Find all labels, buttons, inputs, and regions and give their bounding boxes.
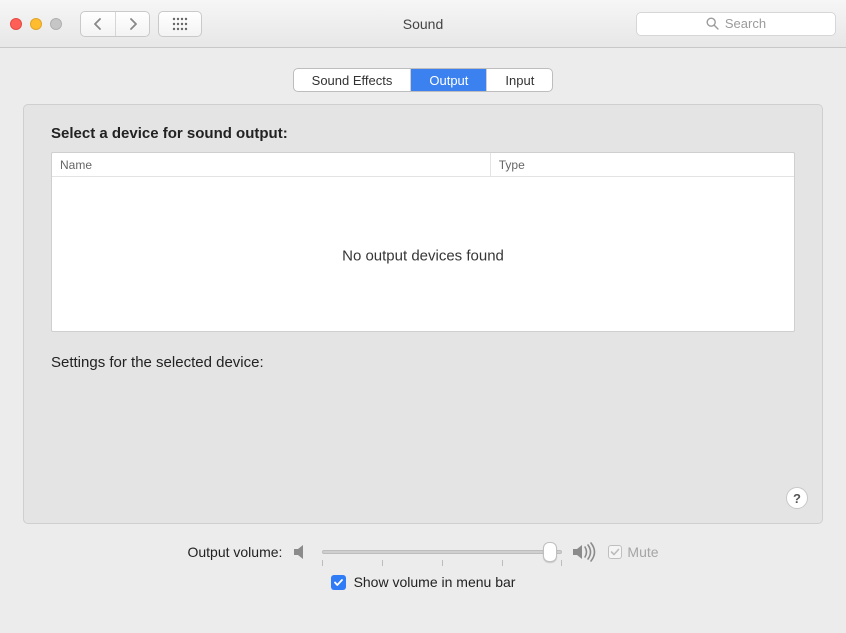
speaker-high-icon: [572, 542, 598, 562]
output-panel: Select a device for sound output: Name T…: [23, 104, 823, 524]
speaker-low-icon: [292, 543, 312, 561]
device-table-header: Name Type: [52, 153, 794, 177]
checkbox-box: [608, 545, 622, 559]
search-wrap: Search: [636, 12, 836, 36]
window-controls: [10, 18, 62, 30]
titlebar: Sound Search: [0, 0, 846, 48]
search-placeholder: Search: [725, 16, 766, 31]
show-volume-menubar-label: Show volume in menu bar: [354, 574, 516, 590]
output-volume-slider[interactable]: [322, 542, 562, 562]
slider-knob[interactable]: [543, 542, 557, 562]
tabs: Sound Effects Output Input: [293, 68, 554, 92]
device-table-empty: No output devices found: [52, 248, 794, 265]
column-name[interactable]: Name: [52, 158, 490, 172]
tab-sound-effects[interactable]: Sound Effects: [294, 69, 412, 91]
help-icon: ?: [793, 491, 801, 506]
tab-output[interactable]: Output: [411, 69, 487, 91]
checkbox-checked-icon: [331, 575, 346, 590]
zoom-window-button[interactable]: [50, 18, 62, 30]
show-all-prefs-button[interactable]: [158, 11, 202, 37]
nav-forward-button[interactable]: [115, 12, 149, 36]
device-table[interactable]: Name Type No output devices found: [51, 152, 795, 332]
output-volume-label: Output volume:: [187, 544, 282, 560]
bottom-controls: Output volume:: [23, 542, 823, 590]
mute-label: Mute: [627, 544, 658, 560]
search-icon: [706, 17, 719, 30]
column-type[interactable]: Type: [490, 153, 794, 176]
minimize-window-button[interactable]: [30, 18, 42, 30]
show-volume-menubar-checkbox[interactable]: Show volume in menu bar: [331, 574, 516, 590]
close-window-button[interactable]: [10, 18, 22, 30]
select-device-label: Select a device for sound output:: [51, 125, 795, 142]
output-volume-row: Output volume:: [187, 542, 658, 562]
slider-track: [322, 550, 562, 554]
tabs-row: Sound Effects Output Input: [23, 68, 823, 92]
nav-back-forward: [80, 11, 150, 37]
nav-back-button[interactable]: [81, 12, 115, 36]
search-input[interactable]: Search: [636, 12, 836, 36]
help-button[interactable]: ?: [786, 487, 808, 509]
slider-ticks: [322, 560, 562, 566]
tab-input[interactable]: Input: [487, 69, 552, 91]
content: Sound Effects Output Input Select a devi…: [0, 48, 846, 610]
mute-checkbox[interactable]: Mute: [608, 544, 658, 560]
settings-for-device-label: Settings for the selected device:: [51, 354, 795, 371]
